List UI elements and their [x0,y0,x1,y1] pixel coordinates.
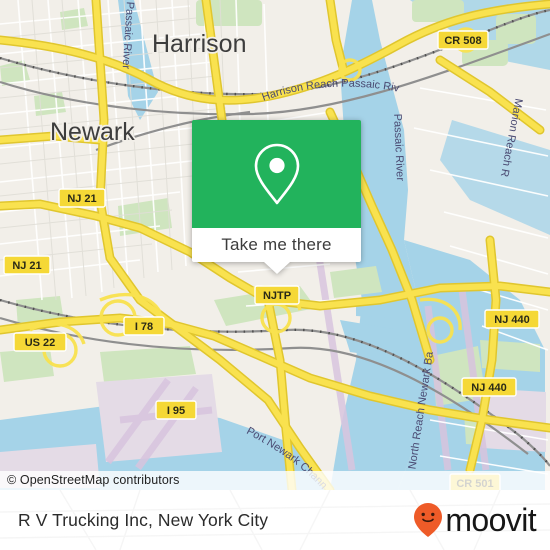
svg-text:NJ 440: NJ 440 [471,382,506,394]
shield-nj-21-north: NJ 21 [58,188,106,208]
callout-action-bar[interactable]: Take me there [192,228,361,262]
shield-nj-440-south: NJ 440 [461,377,517,397]
shield-njtp: NJTP [254,285,300,305]
place-name-label: R V Trucking Inc, New York City [18,509,269,530]
shield-us-22: US 22 [13,332,67,352]
map-attribution[interactable]: © OpenStreetMap contributors [0,471,550,490]
map-pin-icon [254,143,299,205]
moovit-map-screen: Harrison Reach Passaic River Passaic Riv… [0,0,550,550]
callout-header [192,120,361,228]
moovit-wordmark: moovit [445,502,536,538]
svg-text:I 78: I 78 [135,321,153,333]
shield-i-95: I 95 [155,400,197,420]
svg-text:NJ 440: NJ 440 [494,314,529,326]
take-me-there-label: Take me there [221,235,332,254]
svg-text:US 22: US 22 [25,337,56,349]
page-footer: R V Trucking Inc, New York City moovit [0,490,550,550]
svg-text:NJ 21: NJ 21 [12,260,41,272]
shield-cr-508: CR 508 [437,30,489,50]
moovit-logo[interactable]: moovit [413,502,537,538]
shield-nj-21-south: NJ 21 [3,255,51,275]
svg-text:NJTP: NJTP [263,290,291,302]
shield-i-78: I 78 [123,316,165,336]
svg-text:CR 508: CR 508 [444,35,481,47]
shield-nj-440-north: NJ 440 [484,309,540,329]
callout-pointer-tail [263,262,290,274]
svg-text:Newark: Newark [50,118,135,146]
svg-text:Harrison: Harrison [152,30,246,58]
svg-text:NJ 21: NJ 21 [67,193,96,205]
svg-text:I 95: I 95 [167,405,185,417]
moovit-pin-icon [414,503,443,537]
location-callout-card[interactable]: Take me there [192,120,361,274]
